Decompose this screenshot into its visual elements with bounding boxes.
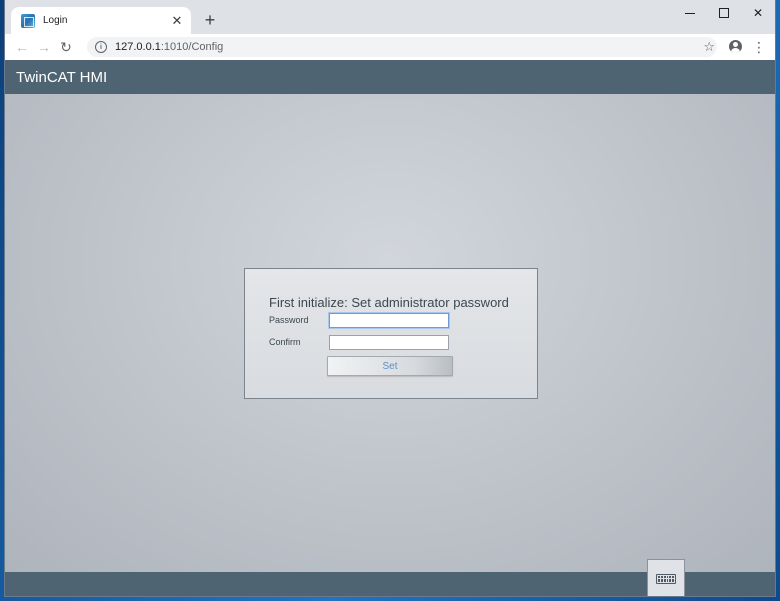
keyboard-button[interactable] bbox=[647, 559, 685, 596]
forward-arrow-icon[interactable]: → bbox=[33, 36, 55, 58]
confirm-label: Confirm bbox=[269, 337, 301, 347]
tab-login[interactable]: Login ✕ bbox=[11, 7, 191, 34]
minimize-icon bbox=[685, 12, 695, 14]
maximize-button[interactable] bbox=[707, 0, 741, 26]
password-input[interactable] bbox=[329, 313, 449, 328]
browser-toolbar: ← → ↻ i 127.0.0.1:1010/Config ☆ ⋮ bbox=[5, 34, 775, 60]
browser-window: Login ✕ + ✕ ← → ↻ i 127.0.0.1:1010/Confi… bbox=[5, 0, 775, 596]
hmi-title: TwinCAT HMI bbox=[16, 68, 108, 86]
kebab-menu-icon[interactable]: ⋮ bbox=[752, 37, 766, 57]
hmi-header: TwinCAT HMI bbox=[5, 60, 775, 94]
password-label: Password bbox=[269, 315, 309, 325]
url-host: 127.0.0.1 bbox=[115, 41, 161, 53]
confirm-input[interactable] bbox=[329, 335, 449, 350]
url-path: :1010/Config bbox=[160, 41, 224, 53]
address-bar[interactable]: i 127.0.0.1:1010/Config ☆ bbox=[87, 37, 717, 57]
close-icon[interactable]: ✕ bbox=[169, 13, 185, 29]
reload-icon[interactable]: ↻ bbox=[55, 36, 77, 58]
window-controls: ✕ bbox=[673, 0, 775, 26]
tab-strip: Login ✕ + ✕ bbox=[5, 0, 775, 34]
address-url: 127.0.0.1:1010/Config bbox=[115, 41, 223, 53]
dialog-heading: First initialize: Set administrator pass… bbox=[269, 295, 509, 310]
minimize-button[interactable] bbox=[673, 0, 707, 26]
window-close-button[interactable]: ✕ bbox=[741, 0, 775, 26]
maximize-icon bbox=[719, 8, 729, 18]
profile-icon[interactable] bbox=[729, 40, 742, 53]
keyboard-icon bbox=[656, 573, 676, 584]
new-tab-button[interactable]: + bbox=[200, 10, 220, 30]
info-icon[interactable]: i bbox=[95, 41, 107, 53]
tab-title: Login bbox=[43, 15, 68, 26]
hmi-content: First initialize: Set administrator pass… bbox=[5, 94, 775, 572]
password-dialog: First initialize: Set administrator pass… bbox=[244, 268, 538, 399]
star-icon[interactable]: ☆ bbox=[703, 39, 715, 55]
back-arrow-icon[interactable]: ← bbox=[11, 36, 33, 58]
favicon-icon bbox=[21, 13, 35, 28]
set-button[interactable]: Set bbox=[327, 356, 453, 376]
